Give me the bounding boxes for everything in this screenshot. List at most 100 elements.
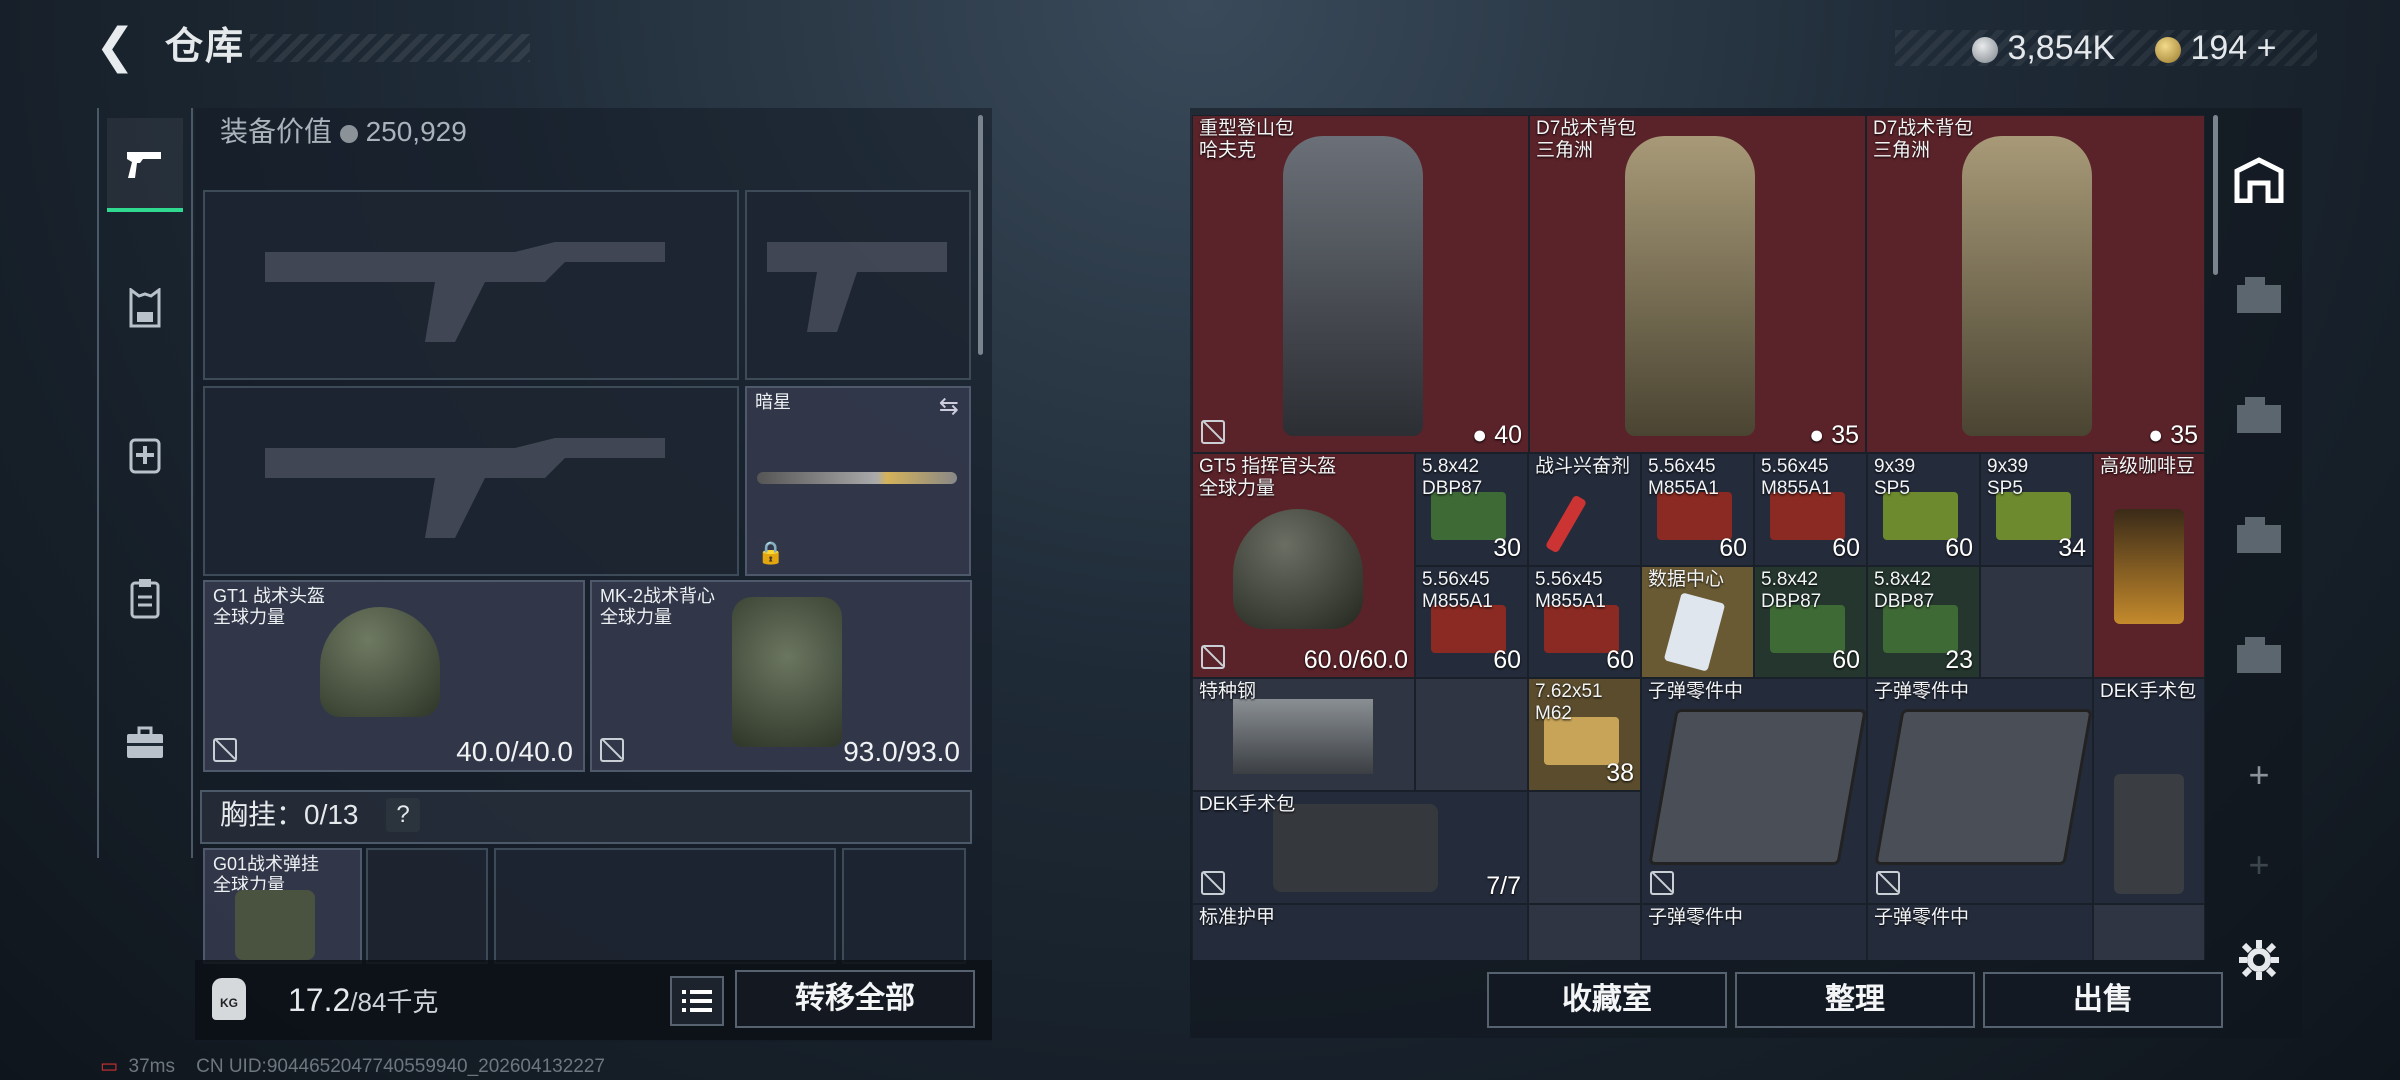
empty-cell[interactable] <box>1528 791 1641 904</box>
tab-storage-2[interactable] <box>2220 620 2298 690</box>
tab-storage-4[interactable] <box>2220 380 2298 450</box>
pistol-slot[interactable] <box>745 190 971 380</box>
rail-weapons[interactable] <box>107 118 183 212</box>
tab-storage-home[interactable] <box>2220 145 2298 215</box>
add-tab-button[interactable]: + <box>2220 740 2298 810</box>
tab-storage-3[interactable] <box>2220 500 2298 570</box>
rig-slot[interactable]: G01战术弹挂 全球力量 <box>203 848 362 964</box>
parts-item-1[interactable]: 子弹零件中 <box>1641 678 1867 904</box>
backpack-item-3[interactable]: D7战术背包 三角洲 ● 35 <box>1866 115 2205 453</box>
rig-pocket-3[interactable] <box>842 848 966 964</box>
rail-medical[interactable] <box>107 408 183 498</box>
armor-item[interactable]: 标准护甲 <box>1192 904 1528 960</box>
backpack-item-1[interactable]: 重型登山包 哈夫克 ● 40 <box>1192 115 1529 453</box>
item-count: 38 <box>1606 759 1634 787</box>
durability: 7/7 <box>1486 872 1521 900</box>
steel-item[interactable]: 特种钢 <box>1192 678 1415 791</box>
item-count: 60 <box>1832 646 1860 674</box>
backpack-image <box>1283 136 1423 436</box>
empty-cell[interactable] <box>2093 904 2205 960</box>
ammo-item[interactable]: 5.8x42 DBP87 30 <box>1415 453 1528 566</box>
settings-button[interactable] <box>2220 925 2298 995</box>
helmet-slot[interactable]: GT1 战术头盔 全球力量 40.0/40.0 <box>203 580 585 772</box>
chest-help-button[interactable]: ? <box>386 798 420 832</box>
ammo-item[interactable]: 7.62x51 M62 38 <box>1528 678 1641 791</box>
stim-item[interactable]: 战斗兴奋剂 <box>1528 453 1641 566</box>
ammo-item[interactable]: 9x39 SP5 60 <box>1867 453 1980 566</box>
rig-pocket-1[interactable] <box>366 848 488 964</box>
no-insure-icon <box>1650 871 1674 895</box>
rail-supplies[interactable] <box>107 553 183 643</box>
add-tab-button-disabled: + <box>2220 830 2298 900</box>
armor-slot[interactable]: MK-2战术背心 全球力量 93.0/93.0 <box>590 580 972 772</box>
ammo-item[interactable]: 9x39 SP5 34 <box>1980 453 2093 566</box>
gold-currency[interactable]: 194 + <box>2155 26 2277 70</box>
empty-cell[interactable] <box>1415 678 1528 791</box>
list-view-button[interactable] <box>670 976 724 1026</box>
tab-storage-1[interactable] <box>2220 260 2298 330</box>
category-rail <box>97 108 193 858</box>
ammo-item[interactable]: 5.56x45 M855A1 60 <box>1415 566 1528 678</box>
medkit-image <box>2114 774 2184 894</box>
left-scrollbar[interactable] <box>978 115 983 355</box>
weight-current: 17.2 <box>288 982 351 1018</box>
parts-tray-image <box>1874 709 2092 865</box>
empty-cell[interactable] <box>1980 566 2093 678</box>
primary-weapon-slot[interactable] <box>203 190 739 380</box>
helmet-name: GT1 战术头盔 全球力量 <box>213 586 326 627</box>
item-name: D7战术背包 三角洲 <box>1536 118 1637 161</box>
item-name: 子弹零件中 <box>1648 681 1744 702</box>
capacity-count: ● 35 <box>2148 421 2198 449</box>
item-name: 子弹零件中 <box>1648 907 1744 928</box>
ammo-item[interactable]: 5.56x45 M855A1 60 <box>1641 453 1754 566</box>
dek-kit-item[interactable]: DEK手术包 7/7 <box>1192 791 1528 904</box>
rig-pocket-2[interactable] <box>494 848 836 964</box>
lock-icon: 🔒 <box>757 540 785 565</box>
plus-icon: + <box>2248 754 2270 795</box>
data-item[interactable]: 数据中心 <box>1641 566 1754 678</box>
capacity-value: 40 <box>1494 421 1522 449</box>
collection-room-button[interactable]: 收藏室 <box>1487 972 1727 1028</box>
rig-image <box>235 890 315 960</box>
item-name: 标准护甲 <box>1199 907 1276 928</box>
parts-item-4[interactable]: 子弹零件中 <box>1867 904 2093 960</box>
helmet-item[interactable]: GT5 指挥官头盔 全球力量 60.0/60.0 <box>1192 453 1415 678</box>
rail-armor[interactable] <box>107 263 183 353</box>
ammo-item[interactable]: 5.8x42 DBP87 23 <box>1867 566 1980 678</box>
helmet-image <box>320 607 440 717</box>
pistol-silhouette-icon <box>767 242 947 332</box>
helmet-image <box>1233 509 1363 629</box>
melee-slot[interactable]: 暗星 ⇆ 🔒 <box>745 386 971 576</box>
capacity-value: 35 <box>1831 421 1859 449</box>
rail-items[interactable] <box>107 698 183 788</box>
gold-coin-icon <box>2155 37 2181 64</box>
empty-cell[interactable] <box>1528 904 1641 960</box>
equipment-value-label: 装备价值 <box>220 116 333 147</box>
back-button[interactable]: ❮ <box>95 22 145 72</box>
parts-item-3[interactable]: 子弹零件中 <box>1641 904 1867 960</box>
vest-image <box>732 597 842 747</box>
item-name: 战斗兴奋剂 <box>1535 456 1631 477</box>
dek-kit-item-2[interactable]: DEK手术包 <box>2093 678 2205 904</box>
item-count: 60 <box>1945 534 1973 562</box>
storage-scrollbar[interactable] <box>2213 115 2218 275</box>
secondary-weapon-slot[interactable] <box>203 386 739 576</box>
storage-box-icon <box>2237 277 2281 313</box>
coffee-bag-image <box>2114 509 2184 624</box>
ammo-item[interactable]: 5.8x42 DBP87 60 <box>1754 566 1867 678</box>
add-currency-button[interactable]: + <box>2257 29 2277 67</box>
storage-box-icon <box>2237 637 2281 673</box>
ammo-item[interactable]: 5.56x45 M855A1 60 <box>1754 453 1867 566</box>
knife-image <box>757 472 957 484</box>
plus-icon: + <box>2248 844 2270 885</box>
storage-box-icon <box>2237 397 2281 433</box>
backpack-image <box>1962 136 2092 436</box>
coffee-item[interactable]: 高级咖啡豆 <box>2093 453 2205 678</box>
sell-button[interactable]: 出售 <box>1983 972 2223 1028</box>
sort-button[interactable]: 整理 <box>1735 972 1975 1028</box>
transfer-all-button[interactable]: 转移全部 <box>735 970 975 1028</box>
ammo-item[interactable]: 5.56x45 M855A1 60 <box>1528 566 1641 678</box>
swap-icon[interactable]: ⇆ <box>939 392 959 421</box>
parts-item-2[interactable]: 子弹零件中 <box>1867 678 2093 904</box>
backpack-item-2[interactable]: D7战术背包 三角洲 ● 35 <box>1529 115 1866 453</box>
